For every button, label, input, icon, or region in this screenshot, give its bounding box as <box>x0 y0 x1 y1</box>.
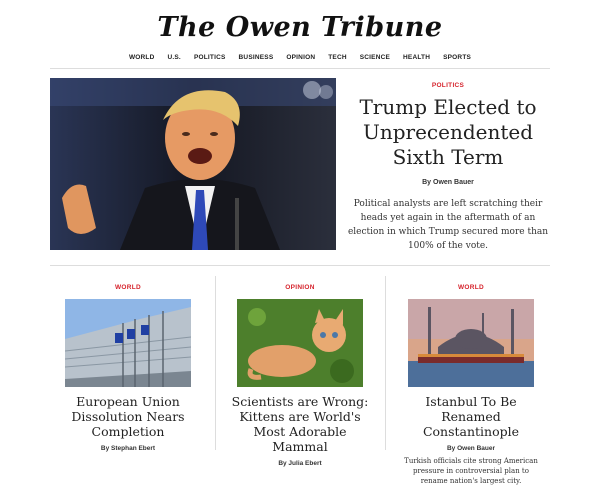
nav-item-tech[interactable]: TECH <box>328 54 347 68</box>
card-byline: By Owen Bauer <box>446 445 496 452</box>
site-title[interactable]: The Owen Tribune <box>0 12 600 43</box>
card-photo-kitten[interactable] <box>237 299 363 387</box>
istanbul-illustration <box>408 299 534 387</box>
nav-item-health[interactable]: HEALTH <box>403 54 430 68</box>
card-headline[interactable]: European Union Dissolution Nears Complet… <box>53 394 203 439</box>
card-byline: By Julia Ebert <box>278 460 322 467</box>
nav-item-politics[interactable]: POLITICS <box>194 54 226 68</box>
nav-item-science[interactable]: SCIENCE <box>360 54 390 68</box>
nav-item-sports[interactable]: SPORTS <box>443 54 471 68</box>
card-summary: Turkish officials cite strong American p… <box>404 457 538 485</box>
column-divider <box>215 276 216 450</box>
nav-item-world[interactable]: WORLD <box>129 54 155 68</box>
hero-photo-illustration <box>50 78 336 250</box>
card-photo-eu[interactable] <box>65 299 191 387</box>
section-nav: WORLD U.S. POLITICS BUSINESS OPINION TEC… <box>0 54 600 68</box>
hero-summary: Political analysts are left scratching t… <box>347 199 549 251</box>
card-photo-istanbul[interactable] <box>408 299 534 387</box>
article-card-istanbul: WORLD Istanbul To Be Renamed Constantino… <box>396 276 546 486</box>
nav-item-opinion[interactable]: OPINION <box>286 54 315 68</box>
header-divider <box>50 68 550 69</box>
card-byline: By Stephan Ebert <box>100 445 156 452</box>
eu-building-illustration <box>65 299 191 387</box>
nav-item-us[interactable]: U.S. <box>168 54 181 68</box>
hero-photo[interactable] <box>50 78 336 250</box>
column-divider <box>385 276 386 450</box>
hero-article: POLITICS Trump Elected to Unprecendented… <box>346 82 550 253</box>
section-divider <box>50 265 550 266</box>
hero-headline[interactable]: Trump Elected to Unprecendented Sixth Te… <box>346 95 550 170</box>
card-category[interactable]: OPINION <box>225 284 375 291</box>
hero-category[interactable]: POLITICS <box>346 82 550 89</box>
card-category[interactable]: WORLD <box>396 284 546 291</box>
article-card-kittens: OPINION Scientists are Wrong: Kittens ar… <box>225 276 375 467</box>
masthead: The Owen Tribune WORLD U.S. POLITICS BUS… <box>0 0 600 68</box>
hero-byline: By Owen Bauer <box>422 179 474 186</box>
article-card-eu: WORLD European Union Dissolution Nears C… <box>53 276 203 452</box>
nav-item-business[interactable]: BUSINESS <box>239 54 274 68</box>
card-headline[interactable]: Scientists are Wrong: Kittens are World'… <box>225 394 375 454</box>
card-headline[interactable]: Istanbul To Be Renamed Constantinople <box>396 394 546 439</box>
kitten-illustration <box>237 299 363 387</box>
card-category[interactable]: WORLD <box>53 284 203 291</box>
